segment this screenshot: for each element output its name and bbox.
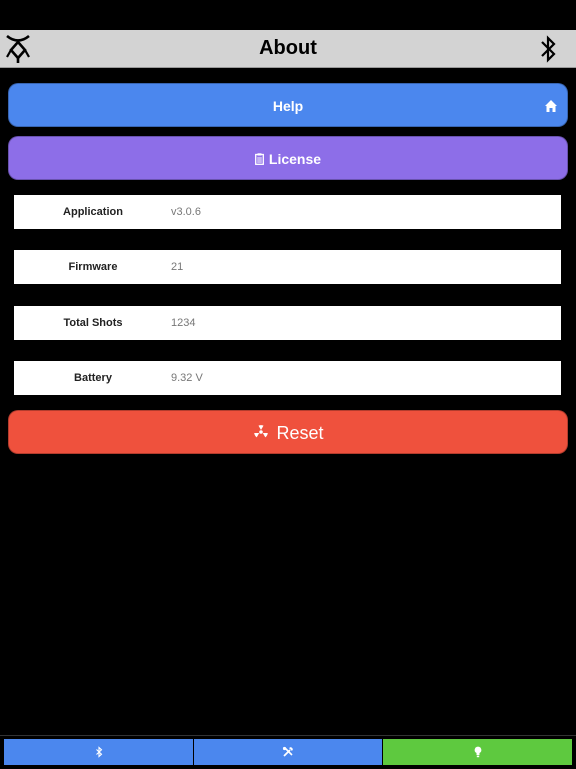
clipboard-icon [254,153,264,165]
tab-bar [0,735,576,769]
tab-tools[interactable] [194,739,382,765]
info-label: Application [63,206,123,218]
help-button[interactable]: Help [8,83,568,127]
info-label: Total Shots [63,317,123,329]
info-row-application: Application v3.0.6 [14,195,561,229]
bluetooth-icon [95,746,102,758]
page-title: About [259,37,317,59]
info-row-total-shots: Total Shots 1234 [14,306,561,340]
home-icon [545,100,557,112]
bluetooth-icon[interactable] [538,34,558,64]
reset-label: Reset [276,423,324,443]
tools-icon [282,746,293,757]
tab-light[interactable] [383,739,572,765]
help-label: Help [272,98,304,114]
reset-button[interactable]: Reset [8,410,568,454]
info-value: 21 [171,261,184,273]
tab-bluetooth[interactable] [4,739,193,765]
info-row-firmware: Firmware 21 [14,250,561,284]
info-value: 1234 [171,317,196,329]
info-label: Battery [74,372,112,384]
lightbulb-icon [474,746,481,758]
info-row-battery: Battery 9.32 V [14,361,561,395]
license-button[interactable]: License [8,136,568,180]
radiation-icon [254,425,269,438]
navigation-bar: About [0,30,576,68]
info-value: 9.32 V [171,372,203,384]
license-label: License [268,151,322,167]
info-label: Firmware [68,261,118,273]
info-value: v3.0.6 [171,206,201,218]
